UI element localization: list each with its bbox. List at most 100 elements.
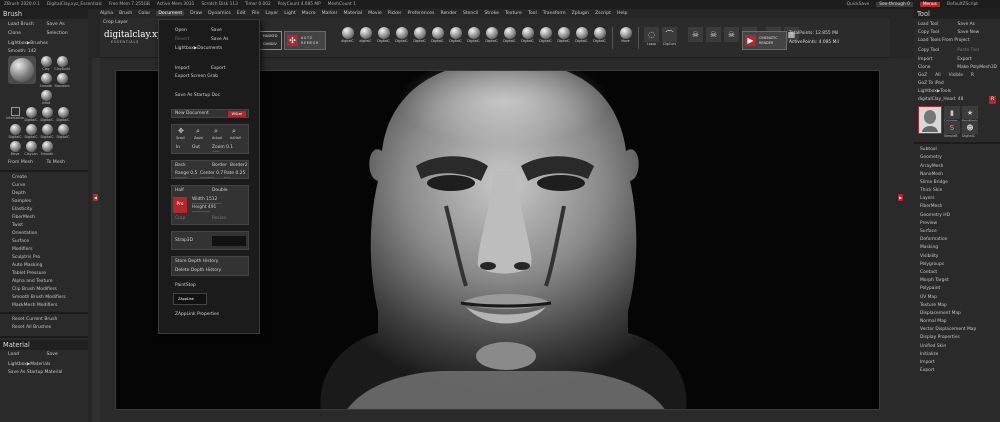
shelf-brush-digitalc[interactable]: DigitalC — [466, 27, 481, 49]
tool-subpalette-geometry-hd[interactable]: Geometry HD — [914, 212, 1000, 220]
tool-subpalette-layers[interactable]: Layers — [914, 195, 1000, 203]
left-tray-toggle-icon[interactable]: ◀ — [93, 194, 98, 201]
shelf-brush-digitalc[interactable]: DigitalC — [376, 27, 391, 49]
shelf-brush-digitalc[interactable]: DigitalC — [448, 27, 463, 49]
border-color-button[interactable]: Border — [212, 163, 227, 168]
menu-help[interactable]: Help — [617, 11, 627, 16]
brush-subpalette-modifiers[interactable]: Modifiers — [0, 246, 88, 254]
goz-to-ipad-button[interactable]: GoZ To iPad — [914, 80, 1000, 88]
brush-item[interactable]: DigitalC — [24, 124, 38, 139]
menu-texture[interactable]: Texture — [505, 11, 522, 16]
lightbox-documents-button[interactable]: Lightbox▶Documents — [175, 46, 222, 51]
menu-tool[interactable]: Tool — [528, 11, 537, 16]
brush-subpalette-samples[interactable]: Samples — [0, 198, 88, 206]
zapplink-button[interactable]: ZAppLink — [173, 293, 207, 305]
zapplink-properties-button[interactable]: ZAppLink Properties — [175, 312, 219, 317]
brush-subpalette-fibermesh[interactable]: FiberMesh — [0, 214, 88, 222]
resize-button[interactable]: Resize — [212, 216, 226, 221]
menu-zscript[interactable]: Zscript — [595, 11, 611, 16]
brush-item[interactable]: DigitalC — [24, 107, 38, 122]
menu-material[interactable]: Material — [343, 11, 362, 16]
tool-subpalette-contact[interactable]: Contact — [914, 269, 1000, 277]
brush-subpalette-auto-masking[interactable]: Auto Masking — [0, 262, 88, 270]
tool-subpalette-preview[interactable]: Preview — [914, 220, 1000, 228]
pro-button[interactable]: Pro — [173, 197, 187, 213]
doc-open-button[interactable]: Open — [175, 28, 187, 33]
from-mesh-button[interactable]: From Mesh — [8, 159, 47, 167]
brush-subpalette-sculptris-pro[interactable]: Sculptris Pro — [0, 254, 88, 262]
width-slider[interactable]: Width 1512 — [192, 197, 217, 202]
load-tools-from-project-button[interactable]: Load Tools From Project — [914, 37, 1000, 45]
menu-movie[interactable]: Movie — [368, 11, 382, 16]
menu-transform[interactable]: Transform — [543, 11, 566, 16]
menu-zplugin[interactable]: Zplugin — [572, 11, 589, 16]
save-startup-doc-button[interactable]: Save As Startup Doc — [175, 93, 220, 98]
brush-subpalette-elasticity[interactable]: Elasticity — [0, 206, 88, 214]
material-load-button[interactable]: Load — [8, 351, 47, 359]
new-document-button[interactable]: New Document — [175, 111, 209, 116]
menu-alpha[interactable]: Alpha — [100, 11, 113, 16]
menu-picker[interactable]: Picker — [388, 11, 402, 16]
zoom-slider[interactable]: Zoom 0.1 — [212, 145, 233, 150]
tool-subpalette-unified-skin[interactable]: Unified Skin — [914, 343, 1000, 351]
doc-save-button[interactable]: Save — [211, 28, 222, 33]
menu-light[interactable]: Light — [284, 11, 295, 16]
tool-subpalette-masking[interactable]: Masking — [914, 244, 1000, 252]
current-brush-thumbnail[interactable] — [8, 56, 36, 84]
menu-render[interactable]: Render — [440, 11, 456, 16]
shelf-brush-digitalc[interactable]: DigitalC — [430, 27, 445, 49]
tool-subpalette-arraymesh[interactable]: ArrayMesh — [914, 163, 1000, 171]
brush-item[interactable]: DigitalC — [40, 107, 54, 122]
tool-r-button[interactable]: R — [988, 96, 996, 105]
lightbox-tools-button[interactable]: Lightbox▶Tools — [914, 88, 1000, 96]
menu-marker[interactable]: Marker — [322, 11, 338, 16]
doc-revert-button[interactable]: Revert — [175, 37, 189, 42]
lightbox-brushes-button[interactable]: Lightbox▶Brushes — [0, 39, 88, 47]
menu-stroke[interactable]: Stroke — [484, 11, 499, 16]
shelf-brush-move[interactable]: Move — [618, 27, 633, 49]
brush-item[interactable]: DigitalC — [40, 124, 54, 139]
brush-selection-button[interactable]: Selection — [47, 30, 86, 38]
brush-item[interactable]: ClayLan — [24, 141, 38, 156]
tool-subpalette-export[interactable]: Export — [914, 367, 1000, 375]
tool-subpalette-subtool[interactable]: Subtool — [914, 146, 1000, 154]
menu-dynamics[interactable]: Dynamics — [208, 11, 231, 16]
load-brush-button[interactable]: Load Brush — [8, 21, 47, 29]
goz-button[interactable]: GoZ — [918, 72, 927, 80]
shelf-brush-digitalc[interactable]: DigitalC — [574, 27, 589, 49]
brush-item[interactable]: DigitalC — [56, 107, 70, 122]
brush-subpalette-depth[interactable]: Depth — [0, 190, 88, 198]
material-palette-title[interactable]: Material — [0, 340, 88, 350]
shelf-brush-digitalc[interactable]: digitalC — [340, 27, 355, 49]
brush-item[interactable]: DigitalC — [8, 124, 22, 139]
brush-palette-title[interactable]: Brush — [0, 9, 88, 19]
menu-document[interactable]: Document — [156, 11, 185, 16]
height-slider[interactable]: Height 491 — [192, 205, 216, 210]
back-color-button[interactable]: Back — [175, 163, 186, 168]
tool-subpalette-displacement-map[interactable]: Displacement Map — [914, 310, 1000, 318]
tool-save-as-button[interactable]: Save As — [958, 21, 998, 29]
zoom-in-button[interactable]: In — [176, 145, 180, 150]
tool-subpalette-polygroups[interactable]: Polygroups — [914, 261, 1000, 269]
menu-preferences[interactable]: Preferences — [407, 11, 434, 16]
delete-depth-history-button[interactable]: Delete Depth History — [175, 268, 221, 273]
menu-color[interactable]: Color — [138, 11, 150, 16]
tool-subpalette-vector-displacement-map[interactable]: Vector Displacement Map — [914, 326, 1000, 334]
doc-export-button[interactable]: Export — [211, 66, 225, 71]
material-save-button[interactable]: Save — [47, 351, 86, 359]
menu-stencil[interactable]: Stencil — [463, 11, 479, 16]
brush-thumb-inflat[interactable]: Inflat — [39, 90, 53, 105]
border2-color-button[interactable]: Border2 — [230, 163, 248, 168]
tool-subpalette-slime-bridge[interactable]: Slime Bridge — [914, 179, 1000, 187]
reset-all-brushes-button[interactable]: Reset All Brushes — [0, 324, 88, 332]
half-button[interactable]: Half — [175, 188, 184, 193]
tool-export-button[interactable]: Export — [957, 56, 997, 64]
menu-edit[interactable]: Edit — [237, 11, 246, 16]
brush-subpalette-tablet-pressure[interactable]: Tablet Pressure — [0, 270, 88, 278]
current-tool-thumbnail[interactable] — [918, 106, 942, 135]
shelf-brush-digitalc[interactable]: DigitalC — [520, 27, 535, 49]
shelf-brush-digitalc[interactable]: DigitalC — [556, 27, 571, 49]
brush-save-as-button[interactable]: Save As — [47, 21, 86, 29]
menu-layer[interactable]: Layer — [265, 11, 278, 16]
crop-button[interactable]: Crop — [175, 216, 185, 221]
